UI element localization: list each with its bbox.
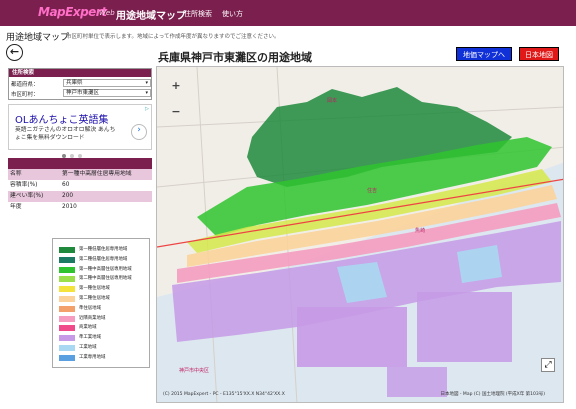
city-select[interactable]: 神戸市東灘区 ▾ (63, 89, 151, 97)
legend-item: 第二種住居地域 (59, 296, 149, 303)
legend-swatch (59, 315, 75, 322)
map-place-label: 住吉 (367, 188, 378, 194)
city-label: 市区町村： (11, 92, 39, 98)
chevron-right-icon[interactable]: › (131, 124, 147, 140)
zone-info-table: 名称 第一種中高層住居専用地域 容積率(%) 60 建ぺい率(%) 200 年度 201… (8, 158, 152, 218)
legend-item: 第一種中高層住居専用地域 (59, 266, 149, 274)
legend-label: 第一種低層住居専用地域 (79, 247, 128, 252)
page-note: 市区町村単位で表示します。地域によって作成年度が異なりますのでご注意ください。 (66, 34, 280, 40)
app-title[interactable]: 用途地域マップ (116, 7, 186, 22)
address-search-panel: 住所検索 都道府県： 兵庫県 ▾ 市区町村： 神戸市東灘区 ▾ (8, 68, 152, 100)
legend-item: 近隣商業地域 (59, 315, 149, 323)
zoning-legend: 第一種低層住居専用地域 第二種低層住居専用地域 第一種中高層住居専用地域 第二種中高層… (52, 238, 150, 368)
legend-item: 工業専用地域 (59, 354, 149, 362)
back-arrow-icon[interactable]: ← (6, 44, 23, 61)
map-canvas[interactable] (157, 67, 564, 403)
legend-label: 第二種中高層住居専用地域 (79, 276, 132, 282)
legend-label: 第一種住居地域 (79, 286, 110, 292)
legend-label: 工業地域 (79, 345, 97, 350)
top-bar: MapExpert Web 用途地域マップ 住所検索 使い方 (0, 0, 576, 26)
fullscreen-icon[interactable]: ⤢ (541, 358, 555, 372)
info-row: 建ぺい率(%) 200 (8, 191, 152, 202)
map-place-label: 魚崎 (415, 228, 426, 234)
legend-item: 第二種低層住居専用地域 (59, 256, 149, 264)
ad-text: 英語ニガテさんのオロオロ解決 あんちょこ集を無料ダウンロード (15, 127, 116, 141)
map-copyright: (C) 2015 MapExpert - PC - E135°15'XX.X N… (163, 392, 285, 397)
legend-label: 近隣商業地域 (79, 315, 106, 321)
legend-swatch (59, 247, 75, 253)
legend-swatch (59, 335, 75, 342)
map-attribution: 日本地図 - Map (C) 国土地理院 (平成X年 第103号) (440, 392, 545, 397)
logo-sub: Web (99, 9, 115, 17)
prefecture-label: 都道府県： (11, 82, 39, 88)
land-price-map-button[interactable]: 地価マップへ (456, 47, 512, 61)
legend-swatch (59, 325, 75, 332)
legend-swatch (59, 276, 75, 283)
nav-how-to-use[interactable]: 使い方 (222, 9, 243, 19)
map-place-label: 神戸市中央区 (179, 368, 210, 374)
info-row: 年度 2010 (8, 202, 152, 213)
ad-title[interactable]: OLあんちょこ英語集 (15, 111, 108, 126)
info-row: 容積率(%) 60 (8, 180, 152, 191)
panel-title: 住所検索 (9, 69, 151, 77)
legend-swatch (59, 354, 75, 361)
chevron-down-icon: ▾ (145, 80, 148, 86)
ad-choices-icon[interactable]: ▷ (145, 106, 149, 112)
prefecture-select[interactable]: 兵庫県 ▾ (63, 79, 151, 87)
map-title: 兵庫県神戸市東灘区の用途地域 (158, 51, 312, 64)
zoom-out-icon[interactable]: − (169, 106, 183, 118)
zoom-in-icon[interactable]: + (169, 80, 183, 92)
zoning-map[interactable]: + − 神戸市中央区 岡本 魚崎 住吉 ⤢ (C) 2015 MapExpert… (156, 66, 564, 403)
legend-item: 準住居地域 (59, 305, 149, 313)
legend-item: 第一種低層住居専用地域 (59, 247, 149, 254)
nav-address-search[interactable]: 住所検索 (184, 9, 212, 19)
legend-swatch (59, 266, 75, 273)
legend-swatch (59, 296, 75, 302)
legend-item: 工業地域 (59, 345, 149, 352)
legend-label: 第二種住居地域 (79, 296, 110, 301)
zoom-control: + − (169, 80, 183, 122)
logo[interactable]: MapExpert (38, 5, 107, 19)
info-header-bar (8, 158, 152, 169)
legend-item: 第二種中高層住居専用地域 (59, 276, 149, 283)
legend-label: 準工業地域 (79, 335, 101, 341)
legend-label: 第二種低層住居専用地域 (79, 256, 128, 262)
legend-label: 第一種中高層住居専用地域 (79, 266, 132, 272)
page-heading: 用途地域マップ (6, 33, 70, 43)
legend-label: 工業専用地域 (79, 354, 106, 360)
legend-swatch (59, 305, 75, 312)
legend-item: 商業地域 (59, 325, 149, 332)
chevron-down-icon: ▾ (145, 90, 148, 96)
legend-item: 第一種住居地域 (59, 286, 149, 293)
legend-label: 準住居地域 (79, 305, 101, 311)
legend-label: 商業地域 (79, 325, 97, 331)
ad-pagination (60, 143, 100, 158)
legend-swatch (59, 345, 75, 351)
legend-swatch (59, 256, 75, 263)
legend-swatch (59, 286, 75, 293)
legend-item: 準工業地域 (59, 335, 149, 342)
japan-map-button[interactable]: 日本地図 (519, 47, 559, 61)
map-place-label: 岡本 (327, 98, 338, 104)
info-row: 名称 第一種中高層住居専用地域 (8, 169, 152, 180)
